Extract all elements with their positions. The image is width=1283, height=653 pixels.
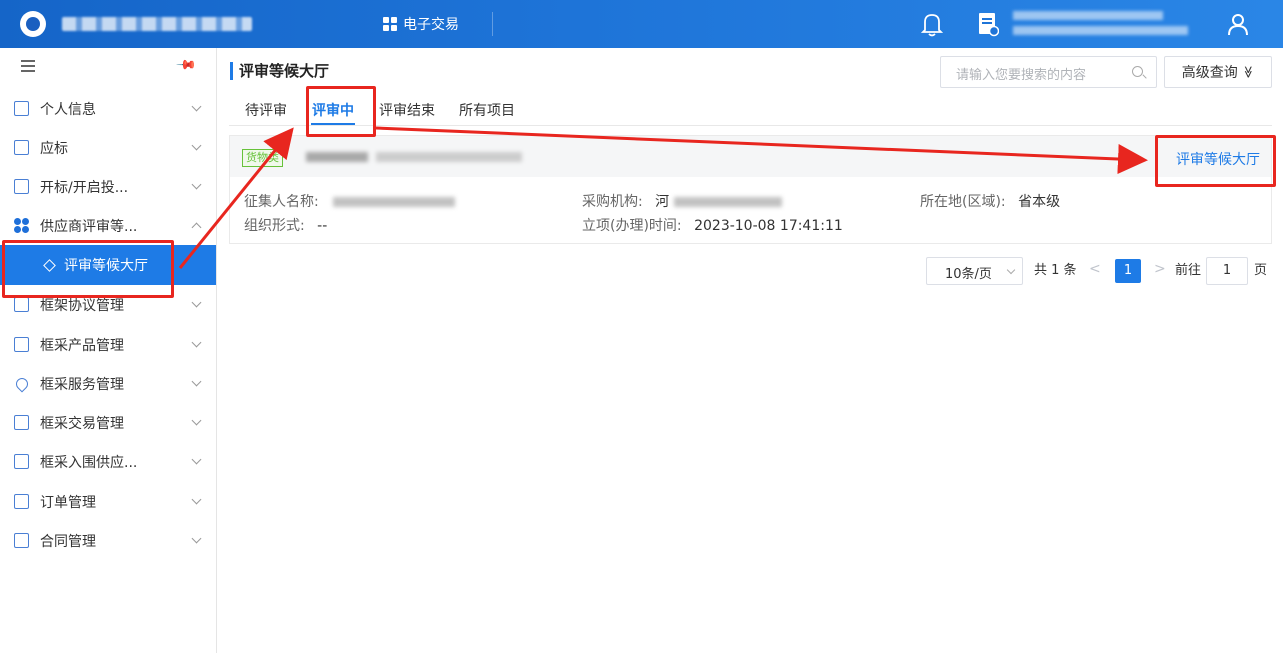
page-size-select[interactable]: 10条/页 bbox=[926, 257, 1023, 285]
advanced-search-label: 高级查询 bbox=[1181, 65, 1238, 81]
annotation-box-link bbox=[1155, 135, 1276, 187]
location-field: 所在地(区域): 省本级 bbox=[920, 191, 1060, 211]
goto-page-input[interactable]: 1 bbox=[1206, 257, 1248, 285]
search-input[interactable]: 请输入您要搜索的内容 bbox=[940, 56, 1157, 88]
annotation-box-tab bbox=[306, 86, 376, 137]
sidebar-item-label: 合同管理 bbox=[40, 533, 96, 550]
goto-label: 前往 bbox=[1175, 263, 1202, 278]
chevron-down-icon bbox=[191, 454, 202, 465]
sidebar-item-personal-info[interactable]: 个人信息 bbox=[0, 89, 216, 128]
contract-icon bbox=[14, 533, 29, 548]
blurred-site-title bbox=[62, 17, 252, 31]
top-navigation-bar: 电子交易 bbox=[0, 0, 1283, 48]
nav-electronic-trade[interactable]: 电子交易 bbox=[383, 14, 459, 34]
bell-icon[interactable] bbox=[921, 11, 943, 37]
menu-toggle-icon[interactable] bbox=[21, 60, 35, 72]
purchaser-key: 采购机构: bbox=[582, 194, 643, 210]
sidebar-item-bid-opening[interactable]: 开标/开启投... bbox=[0, 167, 216, 206]
purchaser-field: 采购机构: 河 bbox=[582, 191, 782, 211]
prev-page-icon[interactable]: < bbox=[1089, 261, 1101, 277]
setup-time-key: 立项(办理)时间: bbox=[582, 218, 682, 234]
collector-field: 征集人名称: bbox=[244, 191, 456, 211]
purchaser-prefix: 河 bbox=[655, 194, 670, 210]
chevron-down-icon bbox=[191, 415, 202, 426]
grid-icon bbox=[383, 17, 397, 31]
project-card-header: 货物类 评审等候大厅 bbox=[230, 136, 1271, 177]
nav-electronic-trade-label: 电子交易 bbox=[403, 17, 459, 33]
clover-icon bbox=[14, 218, 29, 233]
search-icon[interactable] bbox=[1132, 66, 1143, 77]
setup-time-value: 2023-10-08 17:41:11 bbox=[694, 218, 843, 234]
sidebar-item-label: 框采产品管理 bbox=[40, 337, 124, 354]
sidebar-item-label: 供应商评审等... bbox=[40, 218, 138, 235]
nav-divider bbox=[492, 12, 493, 36]
blurred-project-name bbox=[376, 152, 522, 162]
sidebar-item-label: 个人信息 bbox=[40, 101, 96, 118]
org-form-field: 组织形式: -- bbox=[244, 215, 327, 235]
double-chevron-down-icon: ≫ bbox=[1241, 65, 1255, 79]
blurred-collector-value bbox=[333, 197, 456, 207]
chevron-down-icon bbox=[191, 376, 202, 387]
bid-icon bbox=[14, 140, 29, 155]
sidebar-item-framework-suppliers[interactable]: 框采入围供应... bbox=[0, 442, 216, 481]
chevron-down-icon bbox=[191, 101, 202, 112]
total-count: 共 1 条 bbox=[1034, 263, 1077, 278]
opening-icon bbox=[14, 179, 29, 194]
order-icon bbox=[14, 494, 29, 509]
page-suffix: 页 bbox=[1254, 263, 1268, 278]
sidebar-item-label: 开标/开启投... bbox=[40, 179, 129, 196]
tab-all-projects[interactable]: 所有项目 bbox=[459, 100, 515, 120]
page-title: 评审等候大厅 bbox=[230, 62, 329, 80]
sidebar-item-label: 应标 bbox=[40, 140, 68, 157]
chevron-down-icon bbox=[191, 494, 202, 505]
advanced-search-button[interactable]: 高级查询 ≫ bbox=[1164, 56, 1272, 88]
page-size-value: 10条/页 bbox=[945, 267, 992, 282]
sidebar-item-contracts[interactable]: 合同管理 bbox=[0, 521, 216, 560]
tab-review-finished[interactable]: 评审结束 bbox=[379, 100, 435, 120]
transaction-icon bbox=[14, 415, 29, 430]
org-form-key: 组织形式: bbox=[244, 218, 305, 234]
sidebar-item-label: 框采服务管理 bbox=[40, 376, 124, 393]
next-page-icon[interactable]: > bbox=[1154, 261, 1166, 277]
sidebar-item-framework-services[interactable]: 框采服务管理 bbox=[0, 364, 216, 403]
chevron-down-icon bbox=[191, 140, 202, 151]
setup-time-field: 立项(办理)时间: 2023-10-08 17:41:11 bbox=[582, 215, 843, 235]
collector-key: 征集人名称: bbox=[244, 194, 319, 210]
sidebar-item-framework-products[interactable]: 框采产品管理 bbox=[0, 325, 216, 364]
chevron-down-icon bbox=[191, 533, 202, 544]
chevron-down-icon bbox=[191, 337, 202, 348]
chevron-up-icon bbox=[191, 222, 202, 233]
profile-icon bbox=[14, 101, 29, 116]
pin-icon[interactable]: 📌 bbox=[175, 54, 197, 76]
project-card: 货物类 评审等候大厅 征集人名称: 组织形式: -- 采购机构: 河 立项(办理… bbox=[229, 135, 1272, 244]
location-value: 省本级 bbox=[1018, 194, 1061, 210]
blurred-user-info[interactable] bbox=[1013, 11, 1193, 37]
sidebar-item-label: 订单管理 bbox=[40, 494, 96, 511]
category-tag: 货物类 bbox=[242, 149, 283, 167]
chevron-down-icon bbox=[191, 297, 202, 308]
service-icon bbox=[13, 375, 31, 392]
page-number-current[interactable]: 1 bbox=[1115, 259, 1141, 283]
document-icon[interactable] bbox=[977, 11, 999, 37]
blurred-project-code bbox=[306, 152, 368, 162]
chevron-down-icon bbox=[1006, 265, 1016, 275]
sidebar-item-label: 框采交易管理 bbox=[40, 415, 124, 432]
agreement-icon bbox=[14, 297, 29, 312]
sidebar-item-label: 框采入围供应... bbox=[40, 454, 138, 471]
product-icon bbox=[14, 337, 29, 352]
app-logo[interactable] bbox=[20, 11, 46, 37]
blurred-purchaser-value bbox=[673, 197, 782, 207]
search-placeholder: 请输入您要搜索的内容 bbox=[956, 68, 1087, 83]
tab-bar: 待评审 评审中 评审结束 所有项目 bbox=[229, 92, 1272, 126]
sidebar-item-bidding[interactable]: 应标 bbox=[0, 128, 216, 167]
supplier-icon bbox=[14, 454, 29, 469]
org-form-value: -- bbox=[317, 218, 328, 234]
chevron-down-icon bbox=[191, 179, 202, 190]
sidebar-item-framework-transactions[interactable]: 框采交易管理 bbox=[0, 403, 216, 442]
annotation-box-sidebar bbox=[2, 240, 174, 298]
tab-pending-review[interactable]: 待评审 bbox=[245, 100, 287, 120]
location-key: 所在地(区域): bbox=[920, 194, 1006, 210]
sidebar-item-orders[interactable]: 订单管理 bbox=[0, 482, 216, 521]
user-icon[interactable] bbox=[1226, 12, 1250, 36]
